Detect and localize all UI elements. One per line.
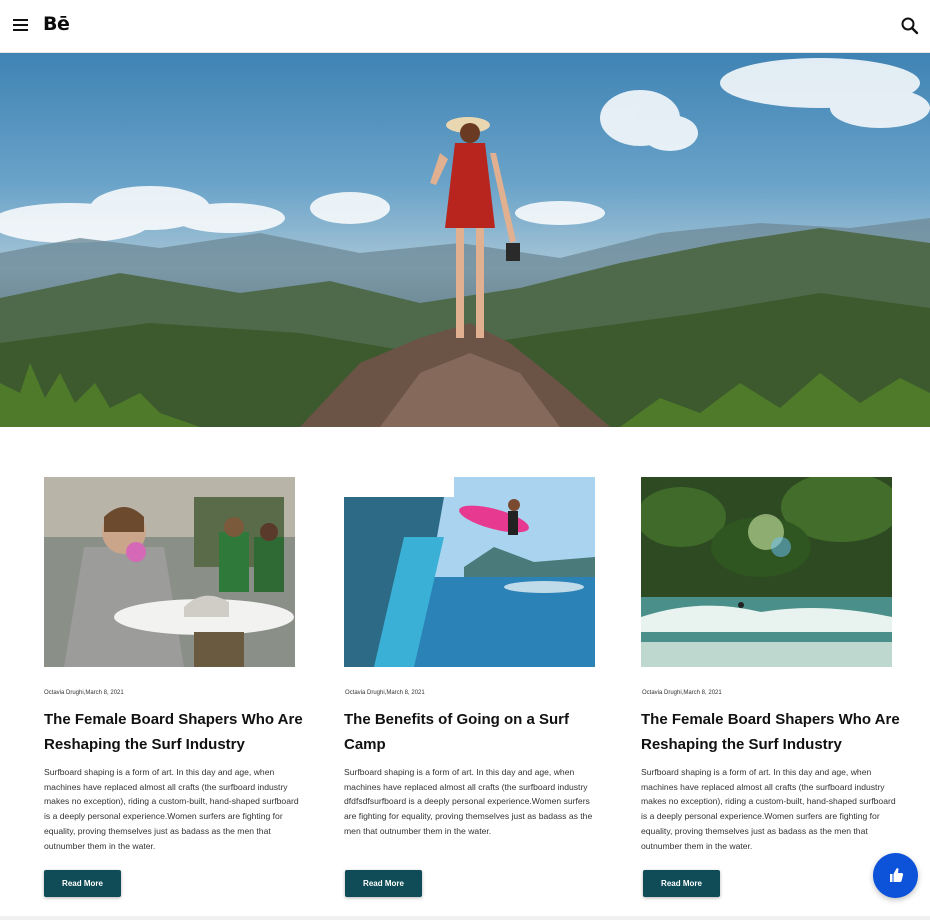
article-excerpt: Surfboard shaping is a form of art. In t… (44, 767, 299, 851)
surfer-tropical-beach-photo[interactable] (641, 477, 892, 667)
article-meta: Octavia Drughi,March 8, 2021 (345, 690, 425, 696)
article-excerpt: Surfboard shaping is a form of art. In t… (344, 767, 593, 836)
article-meta: Octavia Drughi,March 8, 2021 (642, 690, 722, 696)
female-board-shaper-photo[interactable] (44, 477, 295, 667)
article-excerpt: Surfboard shaping is a form of art. In t… (641, 767, 896, 851)
hero-illustration (0, 58, 930, 427)
page-bottom-divider (0, 916, 930, 920)
hero-image-woman-on-mountain (0, 53, 930, 427)
article-title[interactable]: The Female Board Shapers Who Are Reshapi… (44, 707, 312, 757)
thumbs-up-icon (890, 868, 904, 882)
read-more-button[interactable]: Read More (643, 870, 720, 897)
appreciate-button[interactable] (873, 853, 918, 898)
top-navigation-bar: Bē (0, 0, 930, 53)
article-title[interactable]: The Female Board Shapers Who Are Reshapi… (641, 707, 909, 757)
read-more-button[interactable]: Read More (345, 870, 422, 897)
hamburger-menu-icon[interactable] (12, 16, 30, 34)
surfer-jumping-off-boat-photo[interactable] (344, 477, 595, 667)
article-meta: Octavia Drughi,March 8, 2021 (44, 690, 124, 696)
behance-logo[interactable]: Bē (43, 13, 70, 35)
article-title[interactable]: The Benefits of Going on a Surf Camp (344, 707, 612, 757)
read-more-button[interactable]: Read More (44, 870, 121, 897)
search-icon[interactable] (900, 16, 920, 36)
